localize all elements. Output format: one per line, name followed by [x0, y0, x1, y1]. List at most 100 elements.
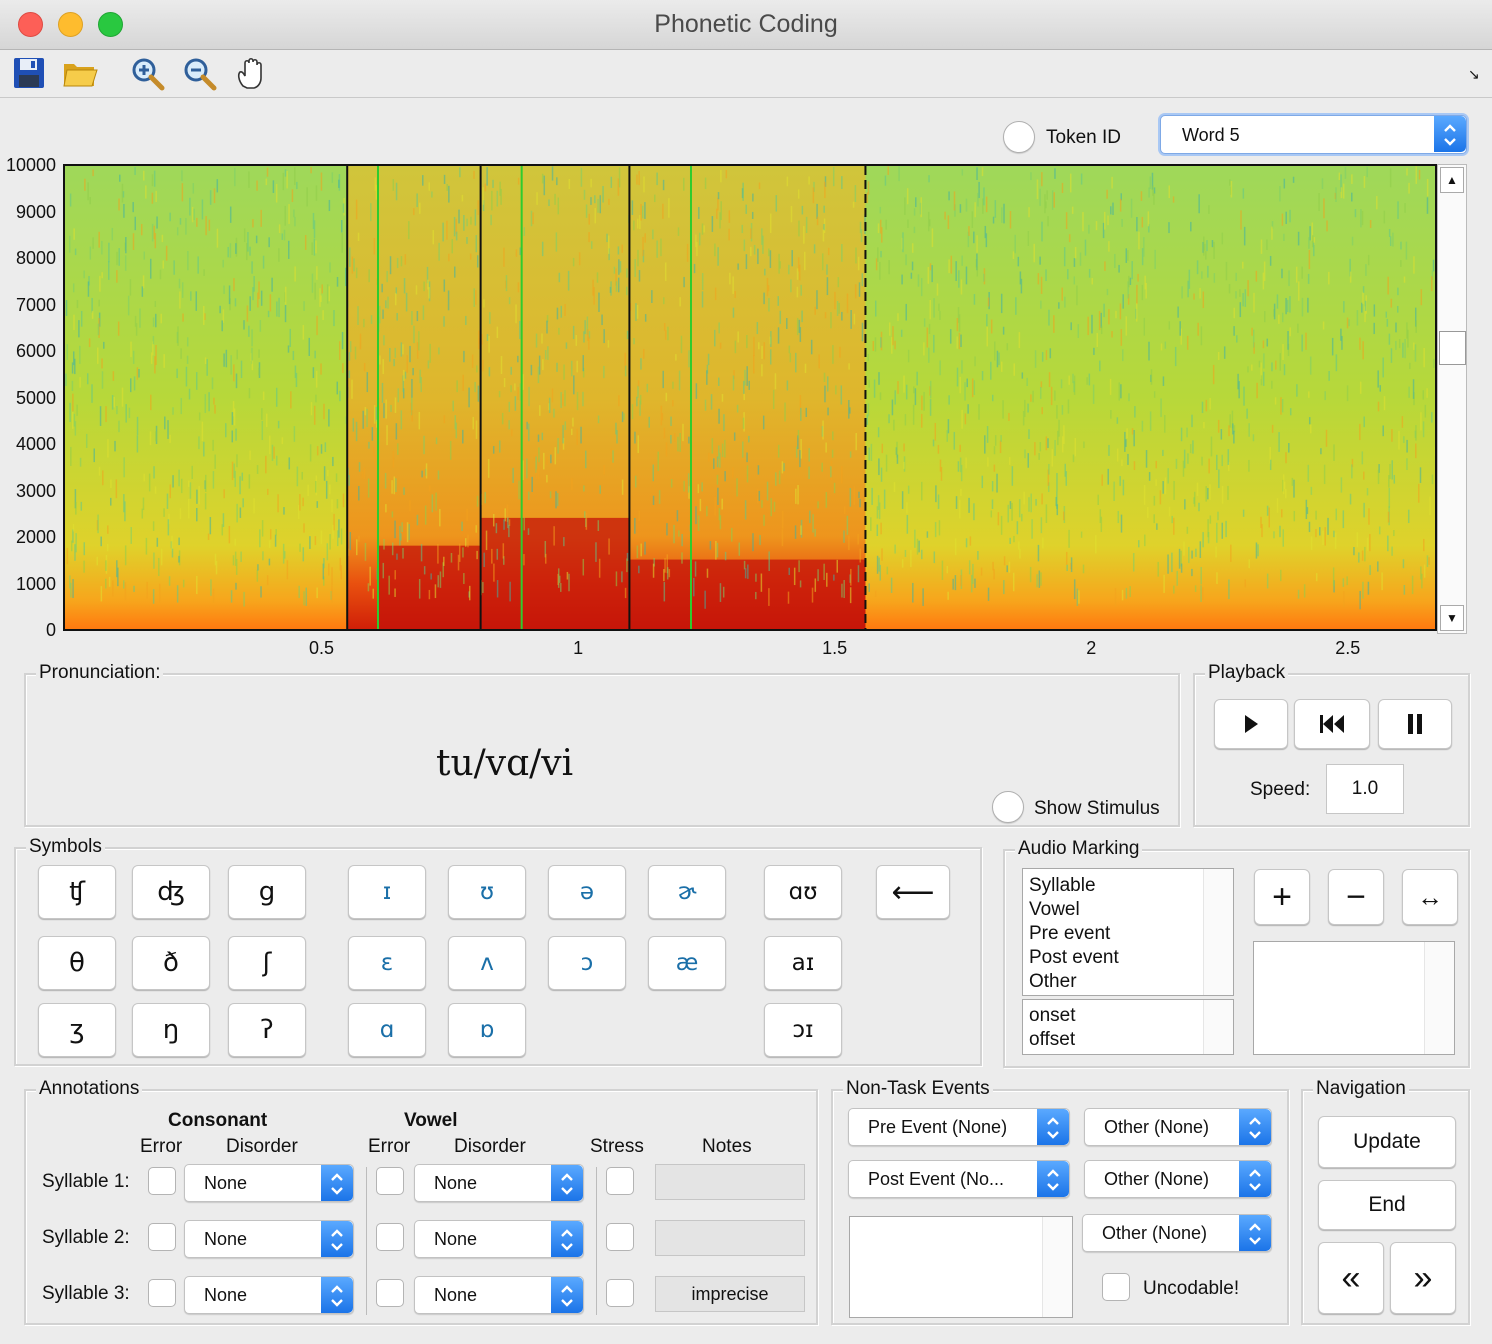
scroll-thumb[interactable] — [1439, 331, 1466, 365]
symbol-button-diphthong-ai[interactable]: aɪ — [764, 936, 842, 990]
x-tick-label: 1.5 — [822, 638, 848, 658]
symbol-button-schwa[interactable]: ə — [548, 865, 626, 919]
symbol-button-script-a[interactable]: ɑ — [348, 1003, 426, 1057]
spectrogram-scrollbar[interactable]: ▲ ▼ — [1437, 164, 1467, 634]
save-icon[interactable] — [12, 56, 48, 92]
symbol-button-diphthong-au[interactable]: ɑʊ — [764, 865, 842, 919]
x-tick-label: 2 — [1086, 638, 1097, 658]
non-task-events-listbox[interactable] — [849, 1216, 1073, 1318]
x-tick-label: 0.5 — [309, 638, 335, 658]
y-tick-label: 4000 — [15, 434, 56, 454]
chevron-updown-icon — [321, 1221, 353, 1257]
symbol-button-tesh[interactable]: ʧ — [38, 865, 116, 919]
add-mark-button[interactable]: + — [1254, 869, 1310, 925]
symbol-button-eng[interactable]: ŋ — [132, 1003, 210, 1057]
syllable-1-stress-checkbox[interactable] — [606, 1167, 634, 1195]
resize-toolbar-icon[interactable]: ↘ — [1468, 66, 1480, 83]
speed-input[interactable]: 1.0 — [1326, 764, 1404, 814]
syllable-1-consonant-disorder-select[interactable]: None — [184, 1164, 354, 1202]
symbol-button-wedge[interactable]: ʌ — [448, 936, 526, 990]
chevron-updown-icon — [321, 1165, 353, 1201]
symbol-button-upsilon[interactable]: ʊ — [448, 865, 526, 919]
next-button[interactable]: » — [1390, 1242, 1456, 1314]
syllable-2-vowel-error-checkbox[interactable] — [376, 1223, 404, 1251]
syllable-2-consonant-disorder-select[interactable]: None — [184, 1220, 354, 1258]
pause-button[interactable] — [1378, 699, 1452, 749]
syllable-1-vowel-disorder-select[interactable]: None — [414, 1164, 584, 1202]
zoom-in-icon[interactable] — [130, 56, 166, 92]
symbol-button-dezh[interactable]: ʤ — [132, 865, 210, 919]
pronunciation-text: tu/vɑ/vi — [436, 743, 574, 784]
spectrogram-plot[interactable] — [63, 164, 1437, 631]
symbol-button-ezh[interactable]: ʒ — [38, 1003, 116, 1057]
token-id-radio[interactable] — [1003, 121, 1035, 153]
select-value: None — [434, 1173, 478, 1193]
pan-hand-icon[interactable] — [234, 56, 270, 92]
remove-mark-button[interactable]: − — [1328, 869, 1384, 925]
listbox-scrollbar[interactable] — [1203, 869, 1233, 995]
listbox-scrollbar[interactable] — [1042, 1217, 1072, 1317]
other-event-select-1[interactable]: Other (None) — [1084, 1108, 1272, 1146]
update-button[interactable]: Update — [1318, 1116, 1456, 1168]
scroll-up-arrow[interactable]: ▲ — [1440, 167, 1464, 193]
rewind-button[interactable] — [1294, 699, 1370, 749]
word-select[interactable]: Word 5 — [1160, 115, 1467, 154]
backspace-arrow-button[interactable]: ⟵ — [876, 865, 950, 919]
post-event-select[interactable]: Post Event (No... — [848, 1160, 1070, 1198]
symbol-button-turned-script-a[interactable]: ɒ — [448, 1003, 526, 1057]
y-tick-label: 6000 — [15, 341, 56, 361]
other-event-select-2[interactable]: Other (None) — [1084, 1160, 1272, 1198]
listbox-scrollbar[interactable] — [1424, 942, 1454, 1054]
boundary-listbox[interactable]: onset offset — [1022, 999, 1234, 1055]
syllable-2-label: Syllable 2: — [42, 1227, 130, 1248]
listbox-scrollbar[interactable] — [1203, 1000, 1233, 1054]
event-type-listbox[interactable]: Syllable Vowel Pre event Post event Othe… — [1022, 868, 1234, 996]
symbol-button-ash[interactable]: æ — [648, 936, 726, 990]
marks-listbox[interactable] — [1253, 941, 1455, 1055]
symbol-button-diphthong-oi[interactable]: ɔɪ — [764, 1003, 842, 1057]
scroll-down-arrow[interactable]: ▼ — [1440, 605, 1464, 631]
syllable-3-stress-checkbox[interactable] — [606, 1279, 634, 1307]
syllable-3-vowel-disorder-select[interactable]: None — [414, 1276, 584, 1314]
syllable-2-notes-field[interactable] — [655, 1220, 805, 1256]
x-tick-label: 1 — [573, 638, 584, 658]
annotations-panel: Annotations Consonant Vowel Error Disord… — [24, 1078, 818, 1325]
syllable-1-consonant-error-checkbox[interactable] — [148, 1167, 176, 1195]
syllable-2-stress-checkbox[interactable] — [606, 1223, 634, 1251]
select-value: None — [434, 1229, 478, 1249]
other-event-select-3[interactable]: Other (None) — [1082, 1214, 1272, 1252]
play-button[interactable] — [1214, 699, 1288, 749]
y-tick-label: 0 — [45, 620, 56, 640]
spectrogram-canvas[interactable] — [65, 166, 1435, 629]
previous-button[interactable]: « — [1318, 1242, 1384, 1314]
y-tick-label: 2000 — [15, 527, 56, 547]
syllable-1-vowel-error-checkbox[interactable] — [376, 1167, 404, 1195]
symbol-button-rhotic-schwa[interactable]: ɚ — [648, 865, 726, 919]
symbol-button-glottal-stop[interactable]: ʔ — [228, 1003, 306, 1057]
symbol-button-small-cap-i[interactable]: ɪ — [348, 865, 426, 919]
symbol-button-open-e[interactable]: ɛ — [348, 936, 426, 990]
non-task-events-title: Non-Task Events — [843, 1078, 993, 1100]
symbol-button-eth[interactable]: ð — [132, 936, 210, 990]
syllable-3-consonant-disorder-select[interactable]: None — [184, 1276, 354, 1314]
show-stimulus-radio[interactable] — [992, 791, 1024, 823]
syllable-3-consonant-error-checkbox[interactable] — [148, 1279, 176, 1307]
zoom-out-icon[interactable] — [182, 56, 218, 92]
pre-event-select[interactable]: Pre Event (None) — [848, 1108, 1070, 1146]
syllable-3-notes-field[interactable]: imprecise — [655, 1276, 805, 1312]
syllable-3-vowel-error-checkbox[interactable] — [376, 1279, 404, 1307]
y-tick-label: 8000 — [15, 248, 56, 268]
expand-mark-button[interactable]: ↔ — [1402, 869, 1458, 925]
notes-header: Notes — [702, 1136, 752, 1157]
uncodable-checkbox[interactable] — [1102, 1273, 1130, 1301]
chevron-updown-icon — [551, 1165, 583, 1201]
symbol-button-open-o[interactable]: ɔ — [548, 936, 626, 990]
syllable-1-notes-field[interactable] — [655, 1164, 805, 1200]
symbol-button-theta[interactable]: θ — [38, 936, 116, 990]
symbol-button-g[interactable]: g — [228, 865, 306, 919]
symbol-button-esh[interactable]: ʃ — [228, 936, 306, 990]
end-button[interactable]: End — [1318, 1180, 1456, 1230]
syllable-2-consonant-error-checkbox[interactable] — [148, 1223, 176, 1251]
open-folder-icon[interactable] — [62, 56, 98, 92]
syllable-2-vowel-disorder-select[interactable]: None — [414, 1220, 584, 1258]
